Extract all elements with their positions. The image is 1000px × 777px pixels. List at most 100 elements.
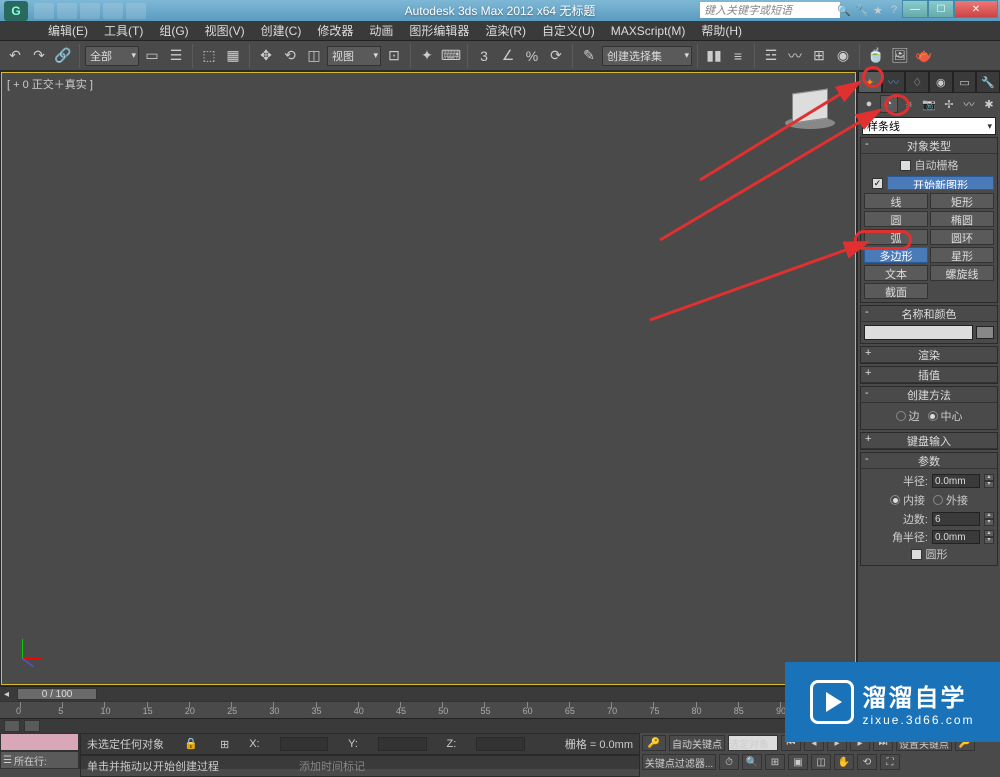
orbit-icon[interactable]: ⟲ — [857, 754, 877, 770]
shape-subcategory-dropdown[interactable]: 样条线 — [862, 117, 996, 135]
utilities-tab[interactable]: 🔧 — [976, 71, 1000, 93]
time-config-icon[interactable]: ⏱ — [719, 754, 739, 770]
move-icon[interactable]: ✥ — [255, 45, 277, 67]
star-button[interactable]: 星形 — [930, 247, 994, 263]
zoom-icon[interactable]: 🔍 — [742, 754, 762, 770]
menu-group[interactable]: 组(G) — [151, 20, 196, 41]
layers-icon[interactable]: ☲ — [760, 45, 782, 67]
edit-named-icon[interactable]: ✎ — [578, 45, 600, 67]
zoom-extents-icon[interactable]: ▣ — [788, 754, 808, 770]
add-time-tag[interactable]: 添加时间标记 — [299, 758, 365, 774]
redo-icon[interactable]: ↷ — [28, 45, 50, 67]
maximize-viewport-icon[interactable]: ⛶ — [880, 754, 900, 770]
z-coord-input[interactable] — [476, 737, 525, 751]
qat-btn[interactable] — [57, 3, 77, 19]
keymode-combo[interactable]: 选定对象 — [728, 735, 778, 751]
coord-display-icon[interactable]: ⊞ — [220, 738, 229, 751]
menu-grapheditors[interactable]: 图形编辑器 — [401, 20, 477, 41]
time-slider-handle[interactable]: 0 / 100 — [17, 688, 97, 700]
select-region-icon[interactable]: ⬚ — [198, 45, 220, 67]
key-icon[interactable]: 🔧 — [855, 4, 869, 18]
rotate-icon[interactable]: ⟲ — [279, 45, 301, 67]
edge-radio[interactable]: 边 — [896, 408, 920, 424]
autogrid-checkbox-row[interactable]: 自动栅格 — [864, 157, 994, 173]
menu-create[interactable]: 创建(C) — [253, 20, 310, 41]
rollout-header[interactable]: +渲染 — [861, 347, 997, 363]
cameras-category-icon[interactable]: 📷 — [920, 95, 938, 113]
section-button[interactable]: 截面 — [864, 283, 928, 299]
spinner-snap-icon[interactable]: ⟳ — [545, 45, 567, 67]
rollout-header[interactable]: +插值 — [861, 367, 997, 383]
circular-checkbox-row[interactable]: 圆形 — [864, 546, 994, 562]
start-new-shape-row[interactable]: ✓开始新图形 — [864, 175, 994, 191]
pivot-icon[interactable]: ⊡ — [383, 45, 405, 67]
render-frame-icon[interactable]: 🖼 — [889, 45, 911, 67]
app-icon[interactable]: G — [4, 1, 28, 21]
object-color-swatch[interactable] — [976, 326, 994, 339]
helix-button[interactable]: 螺旋线 — [930, 265, 994, 281]
keyfilters-button[interactable]: 关键点过滤器... — [642, 754, 716, 770]
rollout-header[interactable]: -名称和颜色 — [861, 306, 997, 322]
menu-tools[interactable]: 工具(T) — [96, 20, 151, 41]
menu-animation[interactable]: 动画 — [361, 20, 401, 41]
trackbar-filter-icon[interactable] — [24, 720, 40, 732]
rollout-header[interactable]: -创建方法 — [861, 387, 997, 403]
viewcube[interactable] — [785, 83, 835, 133]
inscribed-radio[interactable]: 内接 — [890, 492, 925, 508]
select-icon[interactable]: ▭ — [141, 45, 163, 67]
fov-icon[interactable]: ◫ — [811, 754, 831, 770]
snap-icon[interactable]: 3 — [473, 45, 495, 67]
floor-button[interactable]: ☰ 所在行: — [0, 751, 79, 769]
corner-radius-spinner[interactable]: 0.0mm — [932, 530, 980, 544]
search-icon[interactable]: 🔍 — [837, 4, 851, 18]
menu-rendering[interactable]: 渲染(R) — [477, 20, 534, 41]
viewport-perspective[interactable]: [ + 0 正交＋真实 ] — [1, 72, 856, 685]
x-coord-input[interactable] — [280, 737, 329, 751]
y-coord-input[interactable] — [378, 737, 427, 751]
qat-btn[interactable] — [126, 3, 146, 19]
menu-maxscript[interactable]: MAXScript(M) — [603, 22, 694, 40]
helpers-category-icon[interactable]: ✢ — [940, 95, 958, 113]
spacewarps-category-icon[interactable]: 〰 — [960, 95, 978, 113]
star-icon[interactable]: ★ — [873, 4, 887, 18]
menu-help[interactable]: 帮助(H) — [693, 20, 750, 41]
text-button[interactable]: 文本 — [864, 265, 928, 281]
trackbar-toggle-icon[interactable] — [4, 720, 20, 732]
modify-tab[interactable]: 〰 — [882, 71, 906, 93]
render-icon[interactable]: 🫖 — [913, 45, 935, 67]
select-name-icon[interactable]: ☰ — [165, 45, 187, 67]
named-selection-dropdown[interactable]: 创建选择集 — [602, 46, 692, 66]
rollout-header[interactable]: +键盘输入 — [861, 433, 997, 449]
zoom-all-icon[interactable]: ⊞ — [765, 754, 785, 770]
qat-btn[interactable] — [103, 3, 123, 19]
qat-btn[interactable] — [34, 3, 54, 19]
arc-button[interactable]: 弧 — [864, 229, 928, 245]
start-new-shape-button[interactable]: 开始新图形 — [887, 176, 994, 190]
mirror-icon[interactable]: ▮▮ — [703, 45, 725, 67]
script-listener-mini[interactable] — [0, 733, 79, 751]
circle-button[interactable]: 圆 — [864, 211, 928, 227]
window-crossing-icon[interactable]: ▦ — [222, 45, 244, 67]
schematic-icon[interactable]: ⊞ — [808, 45, 830, 67]
motion-tab[interactable]: ◉ — [929, 71, 953, 93]
lights-category-icon[interactable]: ☼ — [900, 95, 918, 113]
center-radio[interactable]: 中心 — [928, 408, 963, 424]
angle-snap-icon[interactable]: ∠ — [497, 45, 519, 67]
selection-filter-dropdown[interactable]: 全部 — [85, 46, 139, 66]
ellipse-button[interactable]: 椭圆 — [930, 211, 994, 227]
help-search-input[interactable]: 键入关键字或短语 — [700, 2, 840, 18]
systems-category-icon[interactable]: ✱ — [980, 95, 998, 113]
display-tab[interactable]: ▭ — [953, 71, 977, 93]
donut-button[interactable]: 圆环 — [930, 229, 994, 245]
sides-spinner[interactable]: 6 — [932, 512, 980, 526]
ref-coord-dropdown[interactable]: 视图 — [327, 46, 381, 66]
minimize-button[interactable]: — — [902, 0, 928, 18]
curve-editor-icon[interactable]: 〰 — [784, 45, 806, 67]
keymode-icon[interactable]: ⌨ — [440, 45, 462, 67]
menu-modifiers[interactable]: 修改器 — [309, 20, 361, 41]
menu-customize[interactable]: 自定义(U) — [534, 20, 603, 41]
circumscribed-radio[interactable]: 外接 — [933, 492, 968, 508]
link-icon[interactable]: 🔗 — [52, 45, 74, 67]
autokey-button[interactable]: 自动关键点 — [669, 735, 725, 751]
geometry-category-icon[interactable]: ● — [860, 95, 878, 113]
